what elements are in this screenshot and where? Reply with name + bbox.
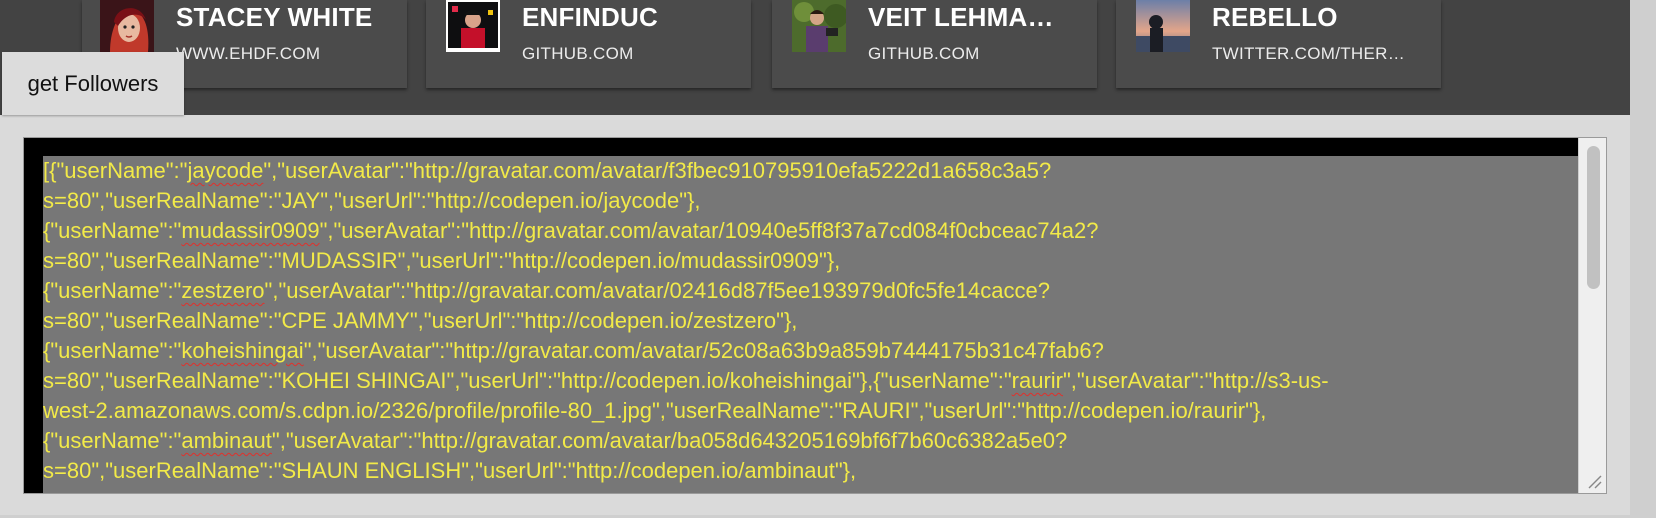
profile-card-bar: STACEY WHITE WWW.EHDF.COM ENFINDUC GITHU… [0,0,1630,115]
json-output-line: {"userName":"ambinaut","userAvatar":"htt… [43,428,1068,453]
profile-card-rebello[interactable]: REBELLO TWITTER.COM/THER… [1116,0,1441,88]
card-name: ENFINDUC [522,2,658,32]
json-output-text[interactable]: [{"userName":"jaycode","userAvatar":"htt… [43,156,1580,493]
profile-card-veit-lehmann[interactable]: VEIT LEHMA… GITHUB.COM [772,0,1097,88]
vertical-scrollbar[interactable] [1578,138,1606,493]
veit-lehmann-avatar-icon [792,0,846,52]
profile-card-enfinduc[interactable]: ENFINDUC GITHUB.COM [426,0,751,88]
json-output-line: s=80","userRealName":"MUDASSIR","userUrl… [43,248,841,273]
scrollbar-thumb[interactable] [1587,146,1600,289]
json-output-area[interactable]: [{"userName":"jaycode","userAvatar":"htt… [23,137,1607,494]
json-output-line: {"userName":"zestzero","userAvatar":"htt… [43,278,1050,303]
card-site: TWITTER.COM/THER… [1212,44,1406,63]
card-name: VEIT LEHMA… [868,2,1054,32]
json-output-line: s=80","userRealName":"KOHEI SHINGAI","us… [43,368,1329,393]
get-followers-button[interactable]: get Followers [2,52,184,115]
card-name: STACEY WHITE [176,2,373,32]
json-output-line: [{"userName":"jaycode","userAvatar":"htt… [43,158,1052,183]
card-site: GITHUB.COM [868,44,980,63]
json-output-line: west-2.amazonaws.com/s.cdpn.io/2326/prof… [43,398,1267,423]
json-output-line: s=80","userRealName":"JAY","userUrl":"ht… [43,188,701,213]
card-site: WWW.EHDF.COM [176,44,321,63]
rebello-avatar-icon [1136,0,1190,52]
stacey-white-avatar-icon [100,0,154,52]
json-output-line: s=80","userRealName":"SHAUN ENGLISH","us… [43,458,857,483]
enfinduc-avatar-icon [446,0,500,52]
json-output-line: {"userName":"mudassir0909","userAvatar":… [43,218,1099,243]
card-site: GITHUB.COM [522,44,634,63]
resize-grip-icon[interactable] [1585,472,1603,490]
card-name: REBELLO [1212,2,1338,32]
json-output-line: s=80","userRealName":"CPE JAMMY","userUr… [43,308,798,333]
json-output-line: {"userName":"koheishingai","userAvatar":… [43,338,1104,363]
